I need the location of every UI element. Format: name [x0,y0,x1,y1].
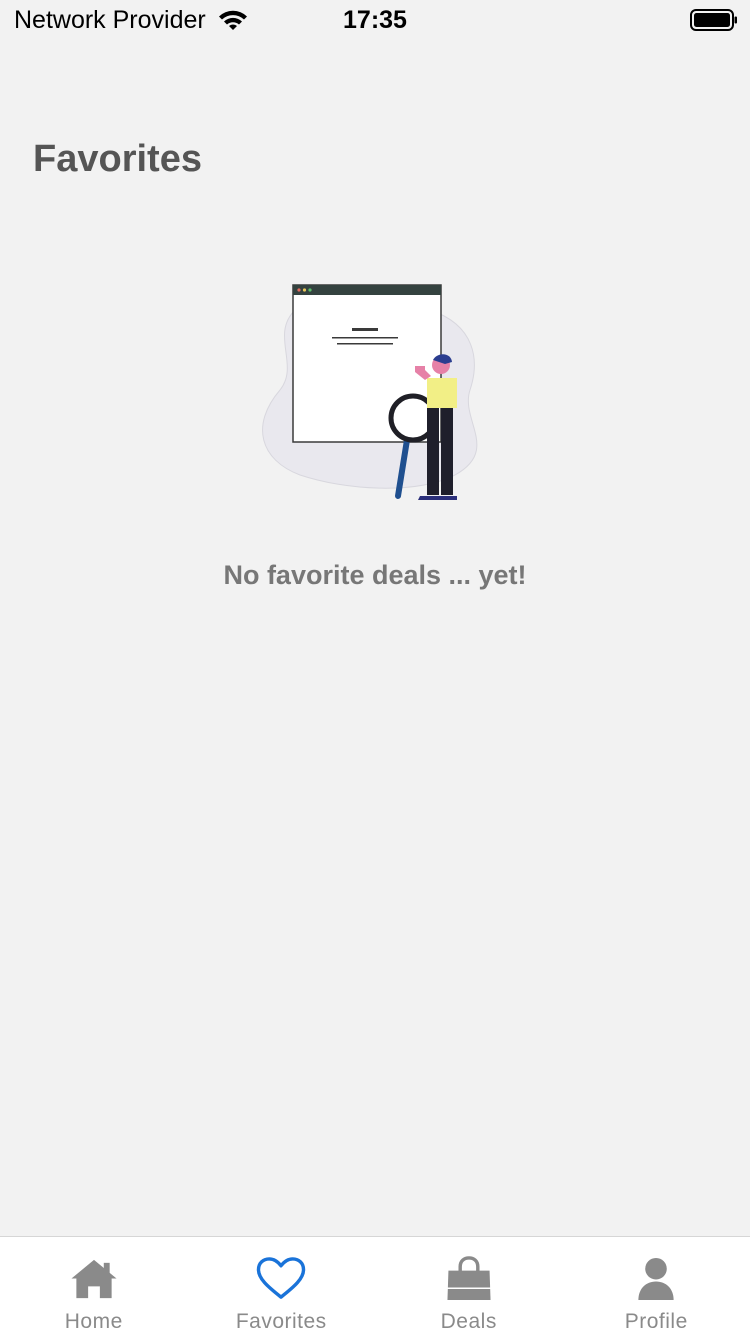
tab-favorites[interactable]: Favorites [188,1237,376,1334]
shopping-bag-icon [447,1256,491,1301]
battery-icon [690,9,737,31]
page-title: Favorites [33,138,202,180]
clock: 17:35 [343,6,407,34]
browser-titlebar [293,285,441,295]
tab-favorites-label: Favorites [235,1310,327,1333]
favorites-screen: Network Provider 17:35 Favorites No favo… [0,0,750,1334]
heart-icon [257,1257,306,1299]
home-icon [71,1259,117,1299]
tab-deals[interactable]: Deals [375,1237,563,1334]
status-bar: Network Provider 17:35 [0,0,750,40]
tab-bar: Home Favorites Deals Profile [0,1236,750,1334]
tab-deals-label: Deals [440,1310,497,1333]
empty-state-illustration [262,284,478,500]
browser-window [292,284,442,443]
user-icon [638,1257,674,1301]
tab-home[interactable]: Home [0,1237,188,1334]
empty-state-message: No favorite deals ... yet! [223,560,527,590]
tab-home-label: Home [64,1310,123,1333]
tab-profile-label: Profile [624,1310,688,1333]
tab-profile[interactable]: Profile [563,1237,750,1334]
